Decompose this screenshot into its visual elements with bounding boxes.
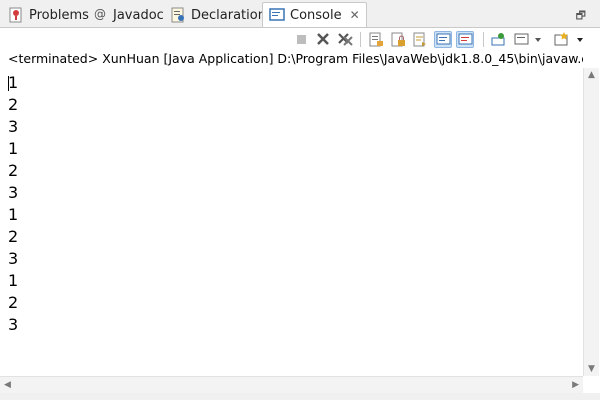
problems-icon bbox=[8, 7, 24, 23]
scroll-left-arrow-icon[interactable]: ◀ bbox=[4, 380, 11, 390]
vertical-scrollbar[interactable]: ▲ ▼ bbox=[583, 68, 599, 376]
remove-all-terminated-icon[interactable] bbox=[336, 31, 354, 48]
scroll-down-arrow-icon[interactable]: ▼ bbox=[588, 364, 595, 374]
restore-view-icon[interactable]: 🗗 bbox=[576, 7, 586, 26]
console-line: 2 bbox=[8, 227, 19, 246]
open-console-icon[interactable] bbox=[553, 31, 571, 48]
console-line: 1 bbox=[8, 271, 19, 290]
scroll-up-arrow-icon[interactable]: ▲ bbox=[588, 70, 595, 80]
at-icon: @ bbox=[94, 7, 106, 21]
console-output[interactable]: 1 2 3 1 2 3 1 2 3 1 2 3 bbox=[8, 72, 578, 372]
tab-problems-label: Problems bbox=[29, 7, 89, 23]
console-line: 3 bbox=[8, 183, 19, 202]
scroll-lock-icon[interactable] bbox=[389, 31, 407, 48]
tab-problems[interactable]: Problems bbox=[8, 3, 89, 27]
remove-launch-icon[interactable] bbox=[314, 31, 332, 48]
console-toolbar bbox=[0, 28, 600, 50]
word-wrap-icon[interactable] bbox=[411, 31, 429, 48]
tab-console[interactable]: Console ✕ bbox=[262, 2, 367, 27]
scroll-right-arrow-icon[interactable]: ▶ bbox=[572, 380, 579, 390]
tab-declaration-label: Declaration bbox=[191, 7, 266, 23]
terminate-icon[interactable] bbox=[292, 31, 310, 48]
console-line: 2 bbox=[8, 161, 19, 180]
console-line: 1 bbox=[8, 205, 19, 224]
tab-javadoc[interactable]: @ Javadoc bbox=[94, 3, 164, 27]
console-line: 3 bbox=[8, 117, 19, 136]
console-line: 1 bbox=[8, 73, 19, 92]
text-caret bbox=[8, 76, 9, 91]
console-line: 1 bbox=[8, 139, 19, 158]
tab-javadoc-label: Javadoc bbox=[113, 7, 164, 23]
declaration-icon bbox=[170, 7, 186, 23]
console-line: 3 bbox=[8, 315, 19, 334]
console-line: 2 bbox=[8, 95, 19, 114]
horizontal-scrollbar[interactable]: ◀ ▶ bbox=[0, 376, 583, 393]
open-console-dropdown-icon[interactable] bbox=[575, 31, 585, 48]
close-icon[interactable]: ✕ bbox=[350, 8, 360, 22]
view-bottom-edge bbox=[0, 393, 600, 400]
console-line: 3 bbox=[8, 249, 19, 268]
show-on-stderr-icon[interactable] bbox=[456, 31, 474, 48]
console-icon bbox=[269, 7, 285, 23]
display-console-dropdown-icon[interactable] bbox=[533, 31, 543, 48]
console-process-label: <terminated> XunHuan [Java Application] … bbox=[8, 51, 583, 66]
show-on-stdout-icon[interactable] bbox=[434, 31, 452, 48]
pin-console-icon[interactable] bbox=[489, 31, 507, 48]
view-tab-bar: Problems @ Javadoc Declaration Console ✕… bbox=[0, 0, 600, 28]
console-line: 2 bbox=[8, 293, 19, 312]
tab-declaration[interactable]: Declaration bbox=[170, 3, 266, 27]
display-selected-console-icon[interactable] bbox=[513, 31, 531, 48]
tab-console-label: Console bbox=[290, 7, 342, 23]
clear-console-icon[interactable] bbox=[367, 31, 385, 48]
